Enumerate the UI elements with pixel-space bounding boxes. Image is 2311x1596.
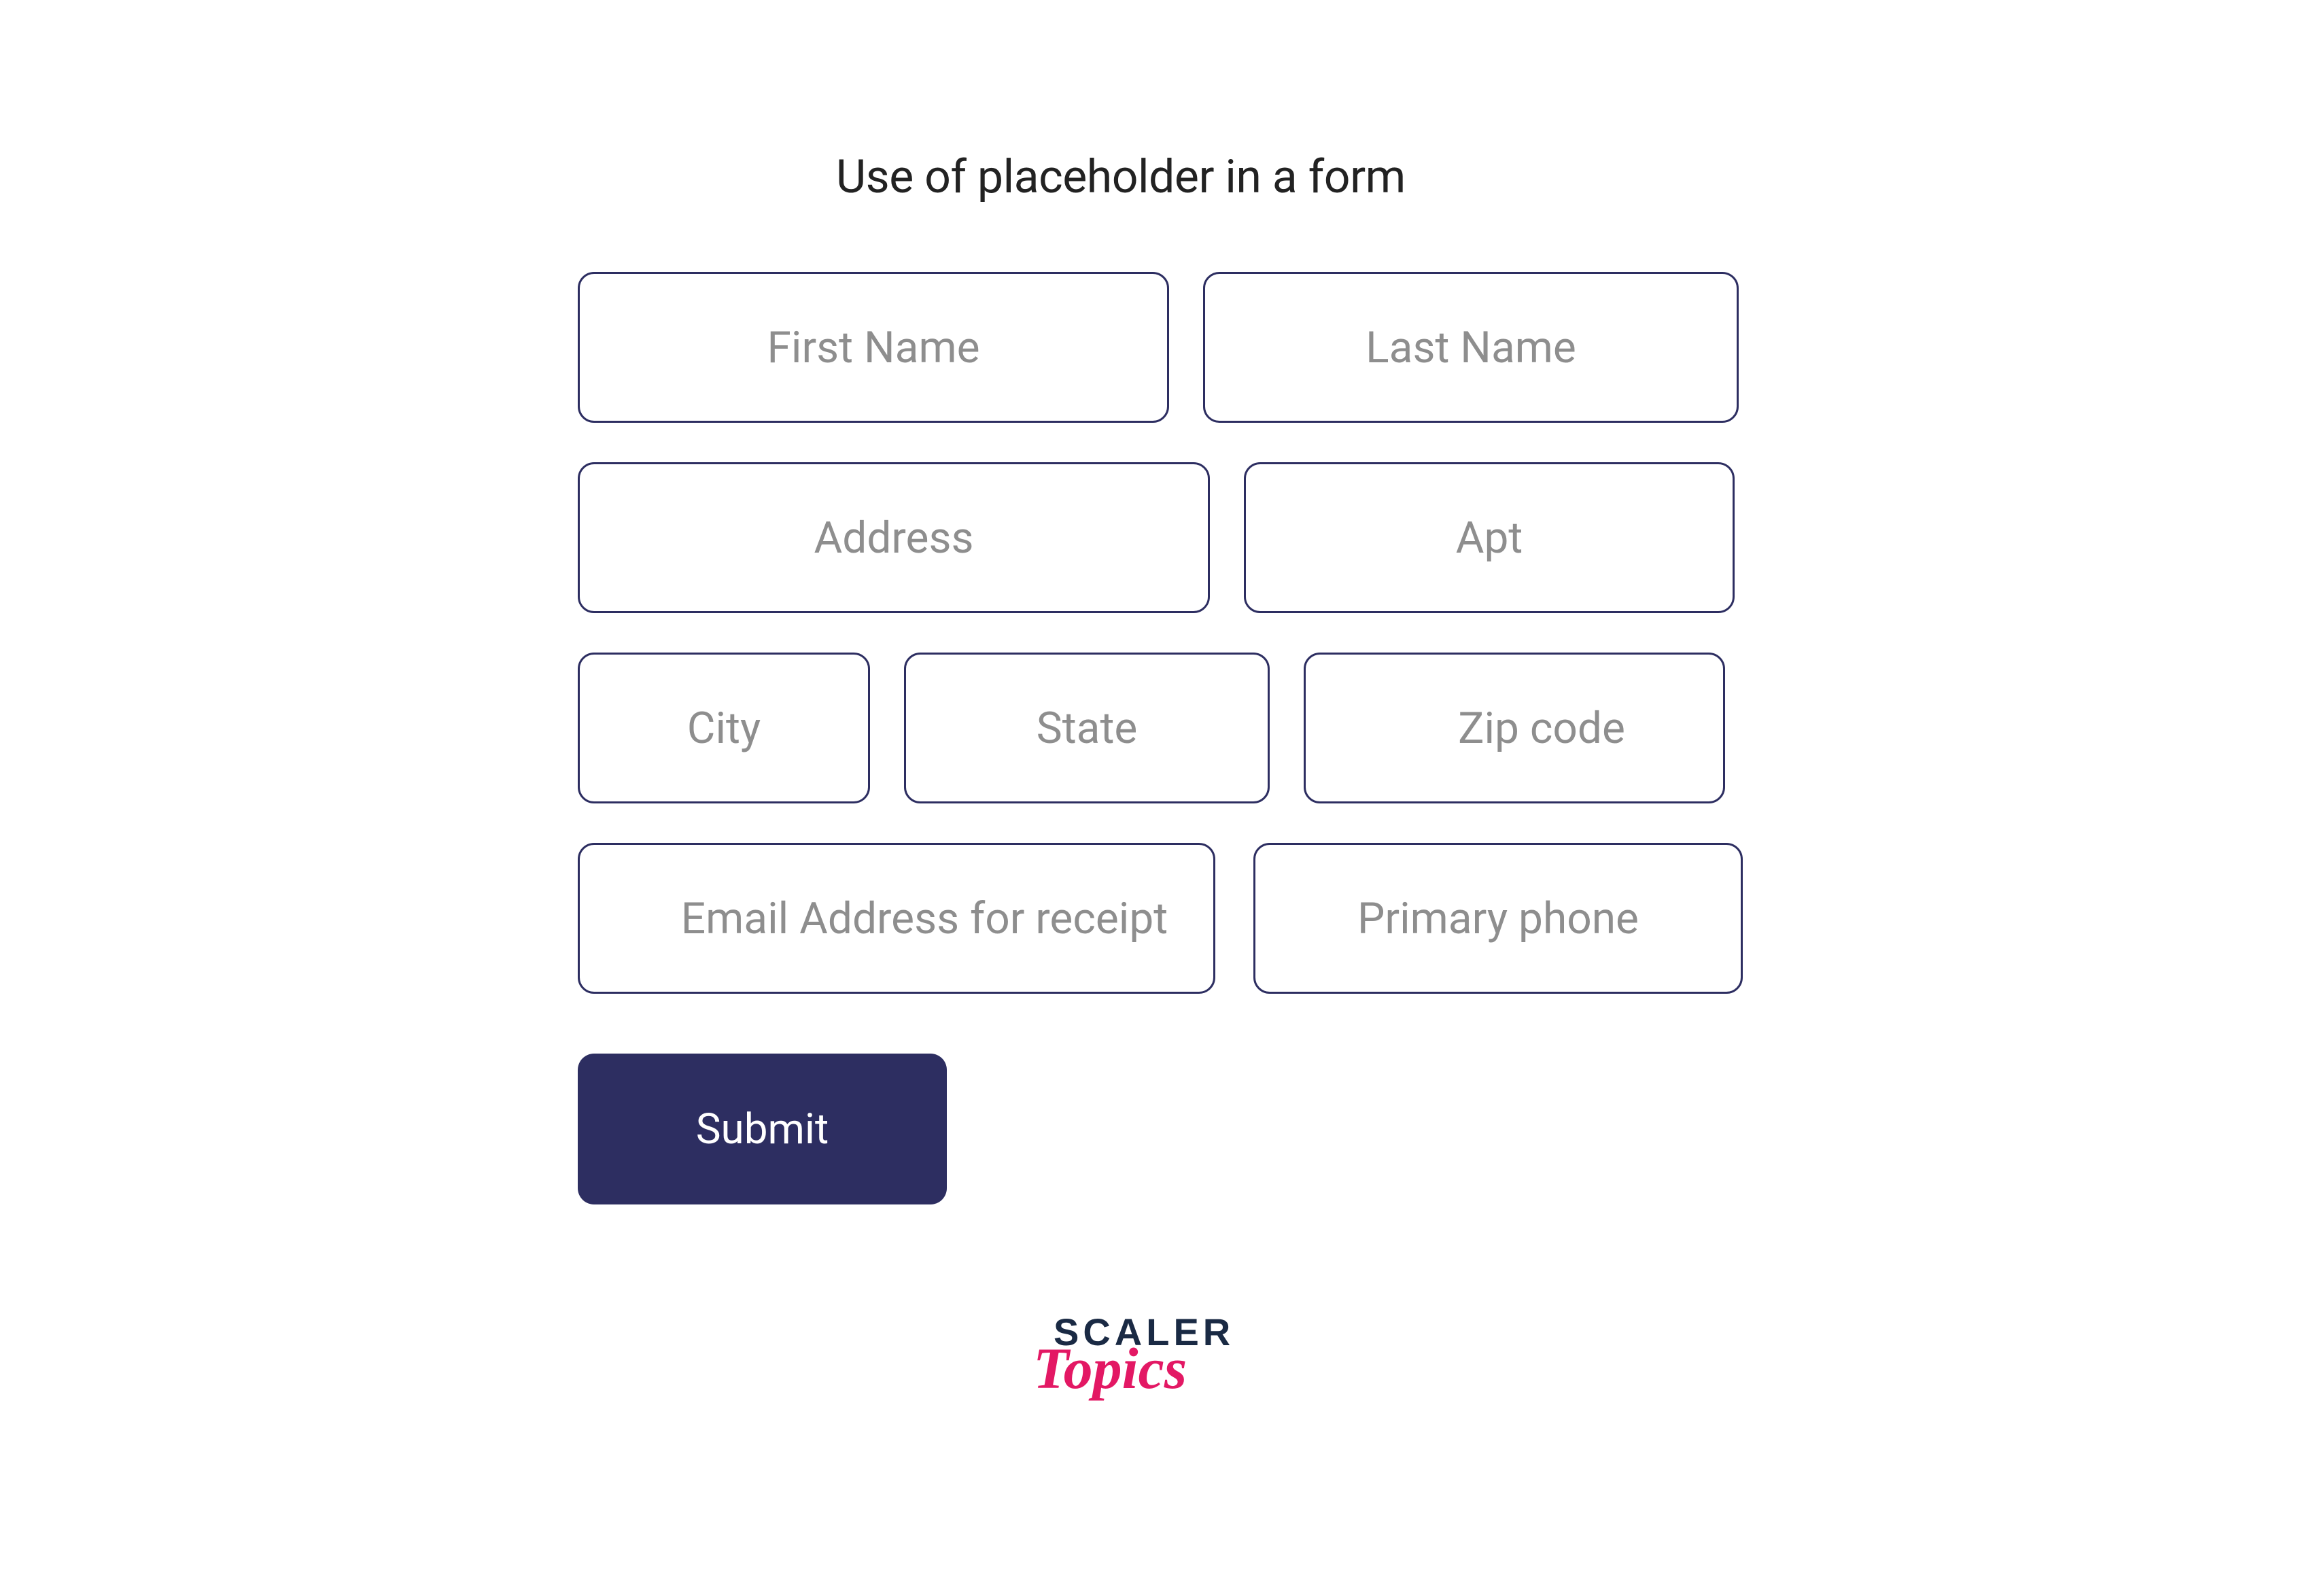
apt-input[interactable] [1244,462,1735,613]
placeholder-demo-form: Submit [578,272,1747,1204]
address-input[interactable] [578,462,1210,613]
first-name-input[interactable] [578,272,1169,423]
email-input[interactable] [578,843,1215,994]
submit-button[interactable]: Submit [578,1054,947,1204]
last-name-input[interactable] [1203,272,1739,423]
page-title: Use of placeholder in a form [836,150,2311,204]
scaler-topics-logo: SCALER Topics [1054,1313,2311,1398]
phone-input[interactable] [1253,843,1743,994]
zip-input[interactable] [1304,653,1725,803]
state-input[interactable] [904,653,1270,803]
city-input[interactable] [578,653,870,803]
